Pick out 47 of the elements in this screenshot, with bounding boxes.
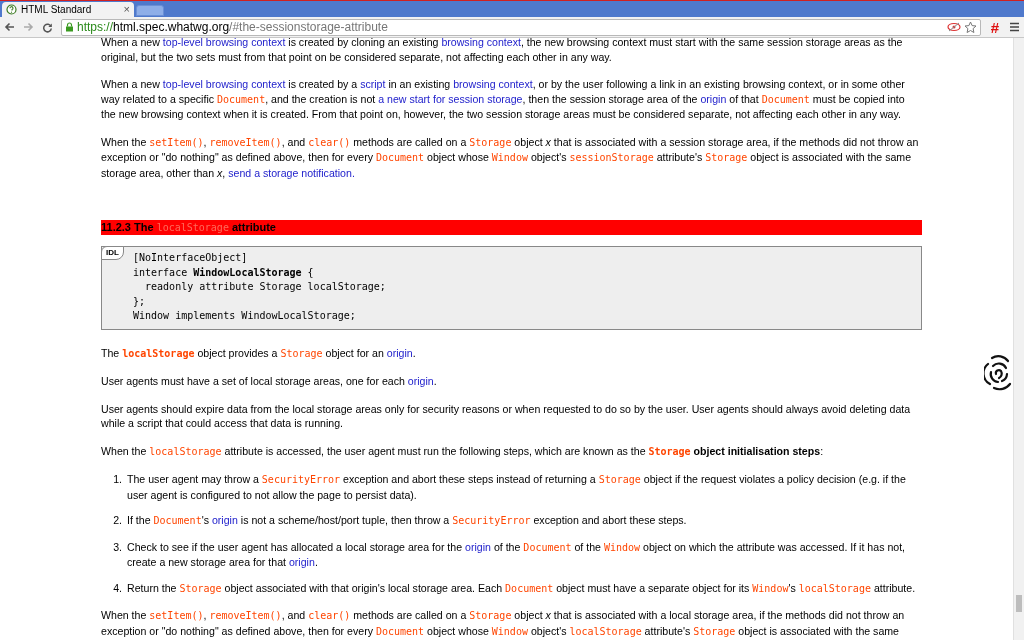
menu-icon[interactable]	[1009, 22, 1020, 32]
link[interactable]: origin	[407, 375, 434, 388]
link[interactable]: top-level browsing context	[162, 38, 286, 48]
extension-button[interactable]: #	[989, 19, 1001, 35]
paragraph: User agents must have a set of local storage areas, one for each origin.	[101, 374, 438, 389]
list-number: 4.	[112, 580, 123, 596]
tab-title: HTML Standard	[21, 3, 93, 17]
star-icon[interactable]	[964, 20, 977, 34]
link[interactable]: origin	[386, 346, 413, 359]
reload-icon[interactable]	[42, 21, 53, 33]
eye-icon[interactable]	[947, 22, 961, 32]
link[interactable]: send a storage notification.	[228, 166, 355, 179]
back-icon[interactable]	[4, 22, 15, 32]
link[interactable]: browsing context	[441, 38, 521, 48]
scrollbar-thumb[interactable]	[1016, 595, 1022, 612]
section-heading: 11.2.3 The localStorage attribute	[101, 220, 922, 235]
paragraph: User agents should expire data from the local storage areas only for security reasons or when requested to do so by the user. User agents should always avoid deleting data while a script that could access that data is running.	[101, 401, 912, 431]
list-number: 2.	[112, 513, 123, 529]
url-text: https://html.spec.whatwg.org/#the-sessionstorage-attribute	[77, 19, 389, 36]
address-bar[interactable]: https://html.spec.whatwg.org/#the-sessionstorage-attribute	[61, 18, 981, 36]
list-number: 3.	[112, 539, 123, 555]
page-icon	[6, 4, 17, 15]
paragraph: When a new top-level browsing context is created by a script in an existing browsing context, or by the user following a link in an existing browsing context, or in some other way related to a specific Document, and the creation is not a new start for session storage, then the session storage area of the origin of that Document must be copied into the new browsing context when it is created. From that point on, however, the two session storage areas must be considered separate, not affecting each other in any way.	[101, 77, 906, 122]
paragraph: When the setItem(), removeItem(), and clear() methods are called on a Storage object x that is associated with a session storage area, if the methods did not throw an exception or "do nothing" as defined above, then for every Document object whose Window object's sessionStorage attribute's Storage object is associated with the same storage area, other than x, send a storage notification.	[101, 134, 920, 180]
list-item-text: If the Document's origin is not a scheme/host/port tuple, then throw a SecurityError exception and abort these steps.	[127, 513, 688, 529]
link[interactable]: origin	[465, 540, 491, 553]
paragraph: When the localStorage attribute is accessed, the user agent must run the following steps, which are known as the Storage object initialisation steps:	[101, 443, 825, 459]
list-item-text: The user agent may throw a SecurityError exception and abort these steps instead of returning a Storage object if the request violates a policy decision (e.g. if the user agent is configured to not allow the page to persist data).	[127, 472, 907, 503]
list-number: 1.	[112, 472, 123, 488]
link[interactable]: origin	[288, 556, 315, 569]
idl-label: IDL	[101, 246, 124, 260]
paragraph: When a new top-level browsing context is created by cloning an existing browsing context, the new browsing context must start with the same session storage areas as the original, but the two sets must from that point on be considered separate, not affecting each other in any way.	[101, 38, 904, 64]
list-item-text: Return the Storage object associated with that origin's local storage area. Each Document object must have a separate object for its Window's localStorage attribute.	[127, 580, 917, 596]
link[interactable]: a new start for session storage	[378, 92, 523, 105]
link[interactable]: script	[360, 78, 386, 90]
lock-icon	[65, 22, 74, 32]
close-tab-button[interactable]: ×	[123, 4, 130, 15]
link[interactable]: origin	[211, 514, 238, 527]
paragraph: When the setItem(), removeItem(), and clear() methods are called on a Storage object x that is associated with a local storage area, if the methods did not throw an exception or "do nothing" as defined above, then for every Document object whose Window object's localStorage attribute's Storage object is associated with the same	[101, 608, 906, 639]
link[interactable]: browsing context	[453, 78, 533, 90]
browser-tab[interactable]: HTML Standard ×	[2, 2, 134, 17]
paragraph: The localStorage object provides a Storage object for an origin.	[101, 345, 417, 361]
link[interactable]: origin	[700, 92, 727, 105]
link[interactable]: top-level browsing context	[162, 78, 286, 90]
fingerprint-icon[interactable]	[984, 354, 1012, 392]
list-item-text: Check to see if the user agent has allocated a local storage area for the origin of the Document of the Window object on which the attribute was accessed. If it has not, create a new storage area for that origin.	[127, 539, 907, 570]
idl-code: [NoInterfaceObject] interface WindowLocalStorage { readonly attribute Storage localStorage; }; Window implements WindowLocalStorage;	[133, 251, 387, 324]
